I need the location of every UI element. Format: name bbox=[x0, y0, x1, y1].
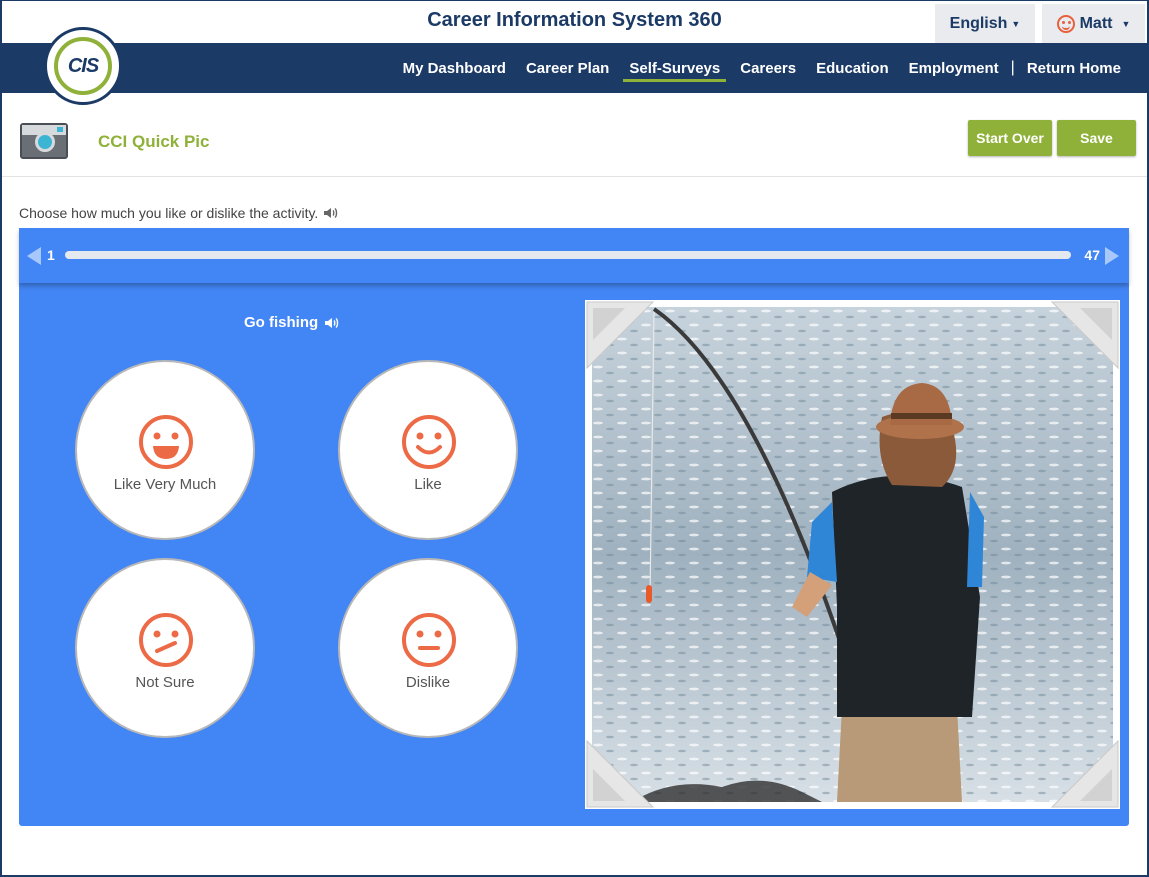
grin-face-icon bbox=[139, 415, 193, 469]
choice-label: Not Sure bbox=[135, 674, 195, 691]
choice-label: Dislike bbox=[405, 674, 451, 691]
choice-dislike[interactable]: Dislike bbox=[338, 558, 518, 738]
user-name: Matt bbox=[1079, 14, 1113, 32]
nav-self-surveys[interactable]: Self-Surveys bbox=[619, 43, 730, 93]
speaker-icon[interactable] bbox=[323, 206, 339, 220]
choice-like[interactable]: Like bbox=[338, 360, 518, 540]
expand-corner-icon[interactable] bbox=[1050, 300, 1120, 370]
progress-total: 47 bbox=[1084, 247, 1100, 263]
nav-education[interactable]: Education bbox=[806, 43, 899, 93]
progress-bar: 1 47 bbox=[19, 228, 1129, 283]
camera-lens bbox=[35, 132, 55, 152]
save-button[interactable]: Save bbox=[1057, 120, 1136, 156]
language-dropdown[interactable]: English ▼ bbox=[935, 4, 1035, 43]
language-label: English bbox=[949, 14, 1008, 32]
smile-face-icon bbox=[402, 415, 456, 469]
nav-separator: | bbox=[1010, 59, 1015, 76]
expand-corner-icon[interactable] bbox=[585, 739, 655, 809]
caret-down-icon: ▼ bbox=[1011, 18, 1021, 29]
question-panel: Go fishing Like Very Much Like Not Sure … bbox=[19, 283, 1129, 826]
user-avatar-icon bbox=[1056, 14, 1075, 33]
instruction-text: Choose how much you like or dislike the … bbox=[19, 205, 319, 221]
next-arrow-icon[interactable] bbox=[1105, 247, 1119, 265]
fishing-photo bbox=[592, 307, 1113, 802]
nav-careers[interactable]: Careers bbox=[730, 43, 806, 93]
previous-arrow-icon[interactable] bbox=[27, 247, 41, 265]
speaker-icon[interactable] bbox=[324, 316, 340, 330]
page-title: CCI Quick Pic bbox=[98, 132, 210, 151]
choice-like-very-much[interactable]: Like Very Much bbox=[75, 360, 255, 540]
activity-row: Go fishing bbox=[244, 314, 340, 331]
instruction-row: Choose how much you like or dislike the … bbox=[19, 205, 339, 221]
cis-logo[interactable]: CIS bbox=[44, 27, 122, 105]
caret-down-icon: ▼ bbox=[1121, 18, 1131, 29]
main-nav: My Dashboard Career Plan Self-Surveys Ca… bbox=[2, 43, 1147, 93]
neutral-face-icon bbox=[402, 613, 456, 667]
progress-track[interactable] bbox=[65, 251, 1071, 259]
camera-icon bbox=[20, 123, 68, 159]
user-menu-dropdown[interactable]: Matt ▼ bbox=[1042, 4, 1145, 43]
top-bar: Career Information System 360 English ▼ … bbox=[2, 1, 1147, 43]
camera-flash bbox=[57, 127, 63, 132]
nav-my-dashboard[interactable]: My Dashboard bbox=[393, 43, 516, 93]
start-over-button[interactable]: Start Over bbox=[968, 120, 1052, 156]
choice-not-sure[interactable]: Not Sure bbox=[75, 558, 255, 738]
choice-label: Like Very Much bbox=[113, 476, 217, 493]
activity-photo-frame bbox=[585, 300, 1120, 809]
nav-career-plan[interactable]: Career Plan bbox=[516, 43, 619, 93]
expand-corner-icon[interactable] bbox=[1050, 739, 1120, 809]
logo-ring: CIS bbox=[54, 37, 112, 95]
activity-name: Go fishing bbox=[244, 314, 319, 331]
nav-items: My Dashboard Career Plan Self-Surveys Ca… bbox=[393, 43, 1131, 93]
nav-return-home[interactable]: Return Home bbox=[1017, 43, 1131, 93]
page-header: CCI Quick Pic Start Over Save bbox=[2, 93, 1147, 177]
choice-label: Like bbox=[414, 476, 442, 493]
progress-current: 1 bbox=[47, 247, 55, 263]
nav-employment[interactable]: Employment bbox=[899, 43, 1009, 93]
expand-corner-icon[interactable] bbox=[585, 300, 655, 370]
logo-text: CIS bbox=[67, 54, 99, 77]
unsure-face-icon bbox=[139, 613, 193, 667]
